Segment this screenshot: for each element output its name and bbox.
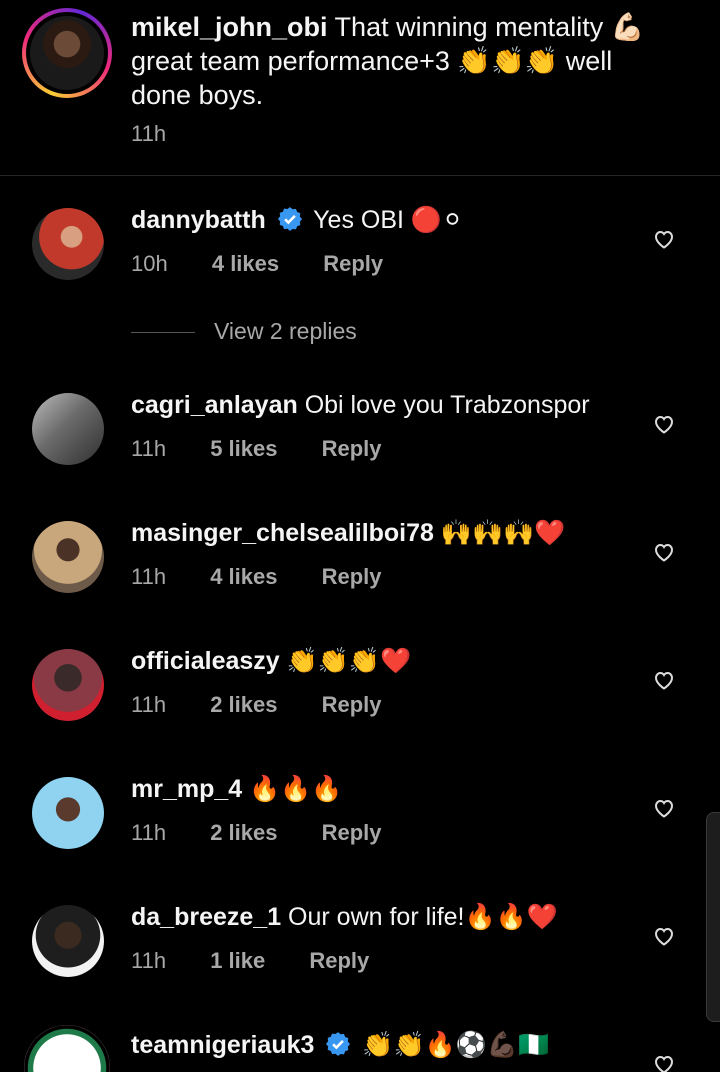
verified-badge-icon bbox=[277, 207, 302, 231]
view-replies-label[interactable]: View 2 replies bbox=[214, 318, 357, 345]
comment-text: Yes OBI 🔴⚪ bbox=[313, 206, 463, 234]
reply-button[interactable]: Reply bbox=[322, 436, 382, 461]
comment-time: 11h bbox=[131, 692, 167, 717]
comment-time: 11h bbox=[131, 436, 167, 461]
commenter-username[interactable]: mr_mp_4 bbox=[131, 775, 242, 803]
commenter-avatar[interactable] bbox=[32, 649, 104, 721]
commenter-username[interactable]: cagri_anlayan bbox=[131, 391, 298, 419]
commenter-avatar[interactable] bbox=[32, 208, 104, 280]
heart-outline-icon[interactable] bbox=[652, 796, 676, 820]
reply-button[interactable]: Reply bbox=[322, 564, 382, 589]
heart-outline-icon[interactable] bbox=[652, 668, 676, 692]
commenter-avatar[interactable] bbox=[24, 1025, 110, 1072]
comment-likes[interactable]: 5 likes bbox=[210, 436, 277, 461]
caption-text: mikel_john_obi That winning mentality 💪🏻… bbox=[131, 10, 671, 112]
heart-outline-icon[interactable] bbox=[652, 924, 676, 948]
comment-text: 🙌🙌🙌❤️ bbox=[433, 519, 566, 547]
heart-outline-icon[interactable] bbox=[652, 1052, 676, 1072]
comment-text: Our own for life!🔥🔥❤️ bbox=[281, 903, 558, 931]
heart-outline-icon[interactable] bbox=[652, 540, 676, 564]
commenter-avatar[interactable] bbox=[32, 393, 104, 465]
comment-time: 11h bbox=[131, 564, 167, 589]
comment-text: 👏👏🔥⚽💪🏿🇳🇬 bbox=[362, 1031, 550, 1059]
caption-divider bbox=[0, 175, 720, 176]
comment-likes[interactable]: 4 likes bbox=[210, 564, 277, 589]
comment-text: 👏👏👏❤️ bbox=[279, 647, 412, 675]
verified-badge-icon bbox=[326, 1032, 351, 1056]
caption-username[interactable]: mikel_john_obi bbox=[131, 12, 328, 42]
comment-likes[interactable]: 1 like bbox=[210, 948, 265, 973]
caption-timestamp: 11h bbox=[131, 121, 167, 146]
heart-outline-icon[interactable] bbox=[652, 412, 676, 436]
heart-outline-icon[interactable] bbox=[652, 227, 676, 251]
reply-button[interactable]: Reply bbox=[322, 820, 382, 845]
comment-time: 10h bbox=[131, 251, 168, 276]
comment-text: 🔥🔥🔥 bbox=[242, 775, 343, 803]
commenter-avatar[interactable] bbox=[32, 777, 104, 849]
comment-likes[interactable]: 4 likes bbox=[212, 251, 279, 276]
commenter-username[interactable]: masinger_chelsealilboi78 bbox=[131, 519, 434, 547]
reply-button[interactable]: Reply bbox=[323, 251, 383, 276]
comment-time: 11h bbox=[131, 820, 167, 845]
post-caption: mikel_john_obi That winning mentality 💪🏻… bbox=[0, 0, 720, 176]
commenter-username[interactable]: teamnigeriauk3 bbox=[131, 1031, 314, 1059]
reply-button[interactable]: Reply bbox=[309, 948, 369, 973]
reply-button[interactable]: Reply bbox=[322, 692, 382, 717]
comment-likes[interactable]: 2 likes bbox=[210, 820, 277, 845]
comments-screen: mikel_john_obi That winning mentality 💪🏻… bbox=[0, 0, 720, 1072]
comment-time: 11h bbox=[131, 948, 167, 973]
caption-author-avatar[interactable] bbox=[22, 8, 112, 98]
commenter-avatar[interactable] bbox=[32, 521, 104, 593]
view-replies-rule bbox=[131, 332, 195, 333]
commenter-avatar[interactable] bbox=[32, 905, 104, 977]
comment-text: Obi love you Trabzonspor bbox=[297, 391, 590, 419]
commenter-username[interactable]: da_breeze_1 bbox=[131, 903, 281, 931]
scroll-indicator[interactable] bbox=[706, 812, 720, 1022]
commenter-username[interactable]: dannybatth bbox=[131, 206, 266, 234]
commenter-username[interactable]: officialeaszy bbox=[131, 647, 280, 675]
comment-likes[interactable]: 2 likes bbox=[210, 692, 277, 717]
